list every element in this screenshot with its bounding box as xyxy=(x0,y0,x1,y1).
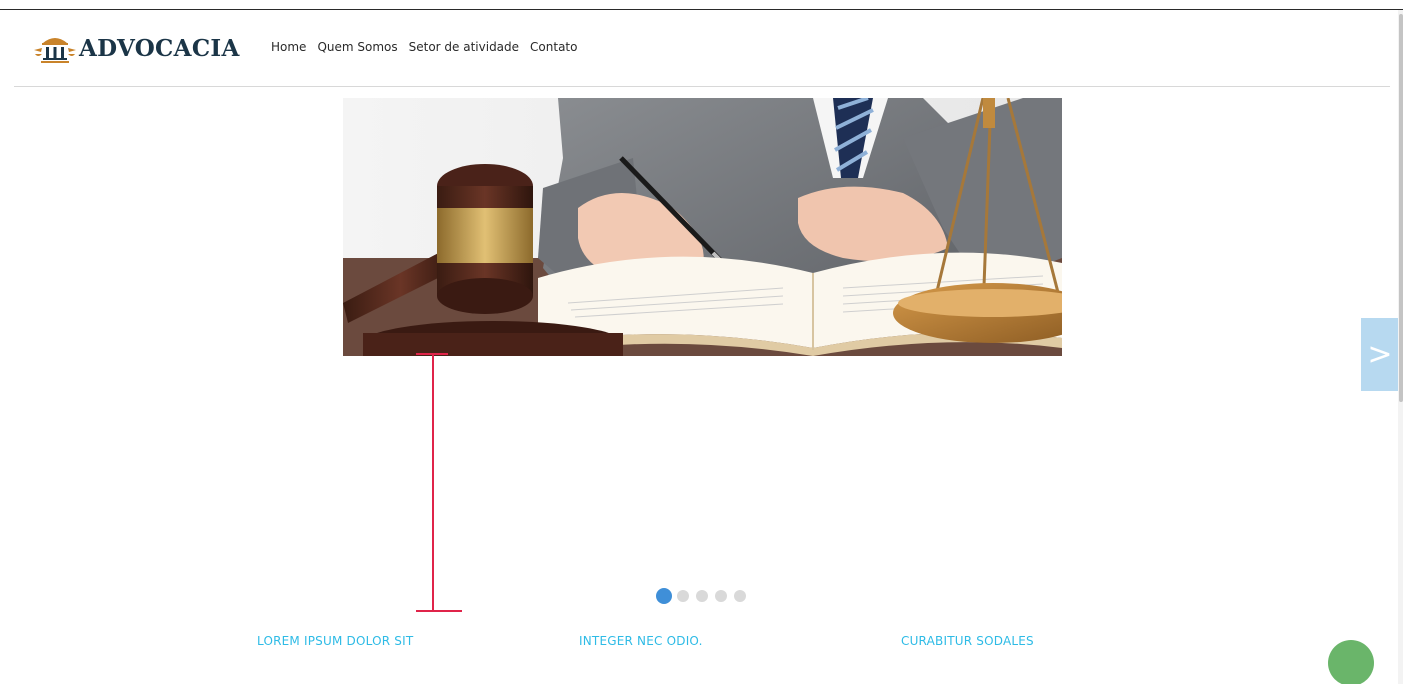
scrollbar-thumb[interactable] xyxy=(1399,14,1403,402)
gavel-scales-book-photo xyxy=(343,98,1062,356)
nav-setor-de-atividade[interactable]: Setor de atividade xyxy=(409,40,519,54)
feature-title-1: LOREM IPSUM DOLOR SIT xyxy=(257,634,414,648)
slider-next-button[interactable]: > xyxy=(1361,318,1399,391)
text-cursor-top-cap xyxy=(416,353,448,355)
slider-pagination xyxy=(656,588,753,604)
slider-dot-2[interactable] xyxy=(677,590,689,602)
site-header: ADVOCACIA Home Quem Somos Setor de ativi… xyxy=(14,10,1390,87)
nav-contato[interactable]: Contato xyxy=(530,40,577,54)
slider-dot-5[interactable] xyxy=(734,590,746,602)
nav-home[interactable]: Home xyxy=(271,40,306,54)
hero-slide-image xyxy=(343,98,1062,356)
feature-title-3: CURABITUR SODALES xyxy=(901,634,1034,648)
brand-logo[interactable]: ADVOCACIA xyxy=(32,30,240,66)
brand-name: ADVOCACIA xyxy=(79,34,240,62)
slider-dot-4[interactable] xyxy=(715,590,727,602)
text-cursor-ibeam xyxy=(432,354,434,612)
slider-dot-3[interactable] xyxy=(696,590,708,602)
columns-scales-icon xyxy=(34,38,76,63)
nav-quem-somos[interactable]: Quem Somos xyxy=(317,40,397,54)
page: ADVOCACIA Home Quem Somos Setor de ativi… xyxy=(0,0,1403,684)
floating-chat-button[interactable] xyxy=(1328,640,1374,684)
text-cursor-bottom-cap xyxy=(416,610,462,612)
slider-dot-1[interactable] xyxy=(656,588,672,604)
feature-title-2: INTEGER NEC ODIO. xyxy=(579,634,703,648)
main-nav: Home Quem Somos Setor de atividade Conta… xyxy=(271,40,588,54)
